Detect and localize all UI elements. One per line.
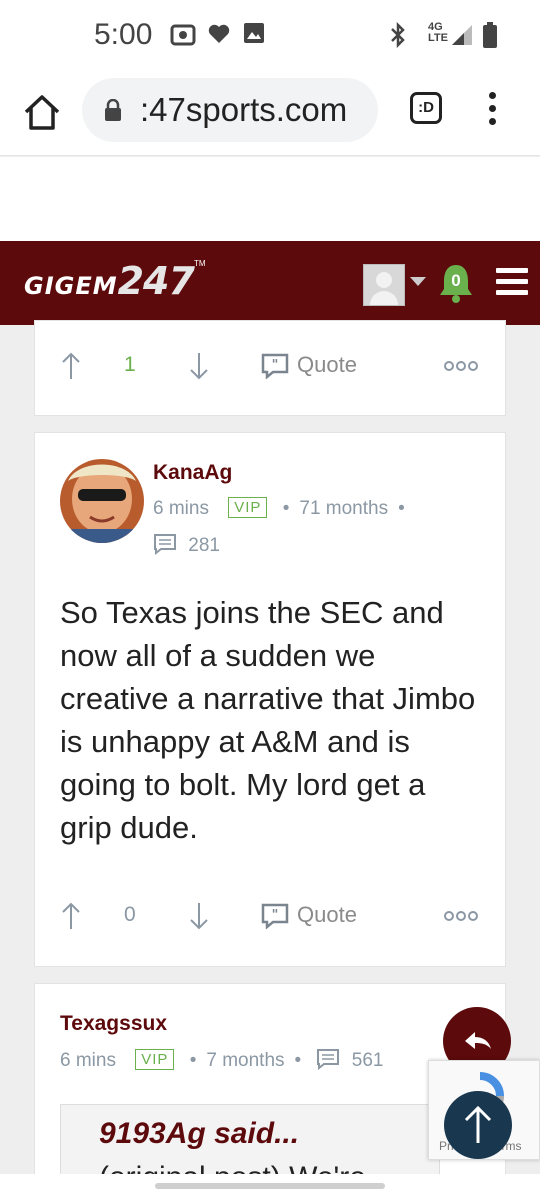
more-options-icon[interactable] xyxy=(443,360,479,372)
user-avatar-icon[interactable] xyxy=(363,264,405,306)
home-icon[interactable] xyxy=(20,90,64,134)
image-icon xyxy=(244,23,264,43)
quote-button[interactable]: Quote xyxy=(297,902,357,928)
menu-dots-icon[interactable] xyxy=(487,92,497,128)
lock-icon xyxy=(105,99,121,121)
svg-text:": " xyxy=(272,358,279,373)
author-name[interactable]: KanaAg xyxy=(153,461,232,485)
signal-icon xyxy=(452,25,472,45)
battery-icon xyxy=(483,22,497,48)
heart-icon xyxy=(208,24,230,43)
upvote-icon[interactable] xyxy=(61,351,81,381)
post-actions: 0 " Quote xyxy=(35,897,505,937)
quote-icon[interactable]: " xyxy=(261,353,289,379)
membership-duration: 71 months xyxy=(299,498,389,519)
vip-badge: VIP xyxy=(228,497,268,518)
vip-badge: VIP xyxy=(135,1049,175,1070)
post-actions: 1 " Quote xyxy=(35,347,505,387)
site-logo[interactable]: GIGEM247TM xyxy=(24,259,206,303)
radio-icon xyxy=(170,24,196,46)
post-count: 281 xyxy=(188,535,220,556)
more-options-icon[interactable] xyxy=(443,910,479,922)
notification-count: 0 xyxy=(451,271,461,290)
messages-icon xyxy=(317,1049,340,1071)
address-bar[interactable]: :47sports.com xyxy=(82,78,378,142)
network-bottom: LTE xyxy=(428,32,448,44)
post-count: 561 xyxy=(351,1050,384,1071)
status-bar: 5:00 4G LTE xyxy=(0,0,540,72)
post-time: 6 mins xyxy=(60,1050,116,1071)
post-card: KanaAg 6 mins VIP • 71 months • 281 So Tex… xyxy=(34,432,506,967)
logo-trademark: TM xyxy=(193,259,206,268)
vote-count: 1 xyxy=(124,353,136,376)
browser-toolbar: :47sports.com :D xyxy=(0,72,540,156)
hamburger-icon[interactable] xyxy=(496,268,528,296)
post-time: 6 mins xyxy=(153,498,209,519)
page: 5:00 4G LTE:47sports.com:D GIGEM247TM … xyxy=(0,0,540,1200)
post-body: So Texas joins the SEC and now all of a … xyxy=(60,595,476,845)
clock: 5:00 xyxy=(94,18,153,51)
logo-number: 247 xyxy=(117,259,195,303)
arrow-up-icon xyxy=(464,1105,492,1143)
url-text: :47sports.com xyxy=(140,91,348,128)
bluetooth-icon xyxy=(391,22,405,48)
scroll-to-top-button[interactable] xyxy=(444,1091,512,1159)
post-count-row: 281 xyxy=(153,533,220,557)
avatar[interactable] xyxy=(60,459,144,543)
quote-button[interactable]: Quote xyxy=(297,352,357,378)
messages-icon xyxy=(154,534,176,556)
tab-switcher-button[interactable]: :D xyxy=(410,92,442,124)
chevron-down-icon[interactable] xyxy=(410,277,426,286)
post-card: 1 " Quote xyxy=(34,320,506,416)
gesture-nav-bar xyxy=(0,1174,540,1200)
post-meta: 6 mins VIP • 71 months • xyxy=(153,497,405,519)
post-meta: 6 mins VIP • 7 months • 561 xyxy=(60,1049,384,1071)
quote-icon[interactable]: " xyxy=(261,903,289,929)
upvote-icon[interactable] xyxy=(61,901,81,931)
membership-duration: 7 months xyxy=(206,1050,285,1071)
ad-space xyxy=(0,157,540,241)
logo-text: GIGEM xyxy=(24,272,118,300)
quoted-author[interactable]: 9193Ag said... xyxy=(99,1117,299,1151)
svg-text:": " xyxy=(272,908,279,923)
vote-count: 0 xyxy=(124,903,136,926)
downvote-icon[interactable] xyxy=(189,351,209,381)
author-name[interactable]: Texagssux xyxy=(60,1012,167,1036)
network-type: 4G LTE xyxy=(428,22,448,44)
home-gesture-pill[interactable] xyxy=(155,1183,385,1189)
downvote-icon[interactable] xyxy=(189,901,209,931)
